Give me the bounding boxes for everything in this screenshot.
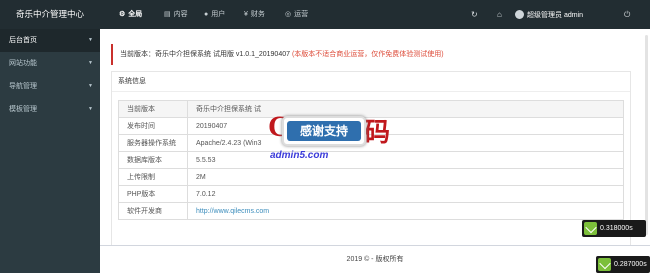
row-value: 5.5.53 xyxy=(187,151,624,169)
table-row: 上传限制 2M xyxy=(118,168,624,186)
user-label: 超级管理员 admin xyxy=(527,11,584,19)
home-icon[interactable]: ⌂ xyxy=(497,0,502,29)
sidebar: 后台首页 ▼ 网站功能 ▼ 导航管理 ▼ 模板管理 ▼ xyxy=(0,29,100,273)
sidebar-item-site-functions[interactable]: 网站功能 ▼ xyxy=(0,52,100,75)
timer-badge[interactable]: 0.318000s xyxy=(582,220,646,237)
developer-link[interactable]: http://www.qilecms.com xyxy=(196,208,269,215)
timer-value: 0.318000s xyxy=(600,225,633,232)
nav-tab-global[interactable]: ⚙ 全局 xyxy=(119,0,142,29)
sidebar-item-navigation[interactable]: 导航管理 ▼ xyxy=(0,75,100,98)
nav-tab-label: 全局 xyxy=(128,11,143,18)
user-icon: ● xyxy=(204,11,209,18)
sidebar-item-label: 模板管理 xyxy=(9,106,37,113)
timer-logo-icon xyxy=(584,222,597,235)
user-menu[interactable]: 超级管理员 admin xyxy=(515,0,583,29)
nav-tab-label: 内容 xyxy=(173,11,188,18)
nav-tab-label: 财务 xyxy=(250,11,265,18)
top-navbar: 奇乐中介管理中心 ⚙ 全局 ▤ 内容 ● 用户 ¥ 财务 ◎ 运营 ↻ ⌂ 超级… xyxy=(0,0,650,29)
version-warning: (本版本不适合商业运营，仅作免费体验测试使用) xyxy=(291,51,444,58)
power-icon[interactable]: ⏻ xyxy=(624,0,630,29)
nav-tab-operation[interactable]: ◎ 运营 xyxy=(285,0,308,29)
row-value: 7.0.12 xyxy=(187,185,624,203)
sidebar-item-label: 导航管理 xyxy=(9,83,37,90)
footer: 2019 © - 版权所有 xyxy=(100,245,650,273)
gear-icon: ⚙ xyxy=(119,11,126,18)
nav-tab-label: 用户 xyxy=(211,11,226,18)
sidebar-item-templates[interactable]: 模板管理 ▼ xyxy=(0,98,100,121)
watermark-url: admin5.com xyxy=(270,150,329,161)
sidebar-item-label: 后台首页 xyxy=(9,37,37,44)
timer-logo-icon xyxy=(598,258,611,271)
caret-down-icon: ▼ xyxy=(88,60,93,66)
row-value: 奇乐中介担保系统 试 xyxy=(187,100,624,118)
timer-badge[interactable]: 0.287000s xyxy=(596,256,650,273)
watermark-logo: C 码 感谢支持 admin5.com xyxy=(268,106,398,168)
copyright-text: 2019 © - 版权所有 xyxy=(346,256,404,263)
finance-icon: ¥ xyxy=(244,11,248,18)
version-notice: 当前版本：奇乐中介担保系统 试用版 v1.0.1_20190407 (本版本不适… xyxy=(111,44,631,65)
avatar xyxy=(515,10,524,19)
row-value: Apache/2.4.23 (Win3 xyxy=(187,134,624,152)
refresh-icon[interactable]: ↻ xyxy=(471,0,478,29)
row-key: 发布时间 xyxy=(118,117,188,135)
nav-tab-finance[interactable]: ¥ 财务 xyxy=(244,0,265,29)
table-row: PHP版本 7.0.12 xyxy=(118,185,624,203)
caret-down-icon: ▼ xyxy=(88,37,93,43)
table-row: 软件开发商 http://www.qilecms.com xyxy=(118,202,624,220)
row-value: 20190407 xyxy=(187,117,624,135)
operation-icon: ◎ xyxy=(285,11,292,18)
row-key: 当前版本 xyxy=(118,100,188,118)
nav-tab-label: 运营 xyxy=(294,11,309,18)
row-key: 软件开发商 xyxy=(118,202,188,220)
nav-tab-user[interactable]: ● 用户 xyxy=(204,0,225,29)
sidebar-item-label: 网站功能 xyxy=(9,60,37,67)
watermark-brand-text: 码 xyxy=(364,118,391,147)
row-value: 2M xyxy=(187,168,624,186)
row-key: 服务器操作系统 xyxy=(118,134,188,152)
row-key: 数据库版本 xyxy=(118,151,188,169)
timer-value: 0.287000s xyxy=(614,261,647,268)
row-key: PHP版本 xyxy=(118,185,188,203)
scrollbar[interactable] xyxy=(645,35,648,235)
watermark-badge: 感谢支持 xyxy=(282,116,366,146)
row-key: 上传限制 xyxy=(118,168,188,186)
panel-title: 系统信息 xyxy=(112,72,630,92)
content-icon: ▤ xyxy=(164,11,171,18)
nav-tab-content[interactable]: ▤ 内容 xyxy=(164,0,188,29)
caret-down-icon: ▼ xyxy=(88,83,93,89)
version-text: 当前版本：奇乐中介担保系统 试用版 v1.0.1_20190407 xyxy=(120,51,290,58)
app-title[interactable]: 奇乐中介管理中心 xyxy=(0,0,100,29)
sidebar-item-home[interactable]: 后台首页 ▼ xyxy=(0,29,100,52)
watermark-badge-text: 感谢支持 xyxy=(287,121,361,141)
caret-down-icon: ▼ xyxy=(88,106,93,112)
